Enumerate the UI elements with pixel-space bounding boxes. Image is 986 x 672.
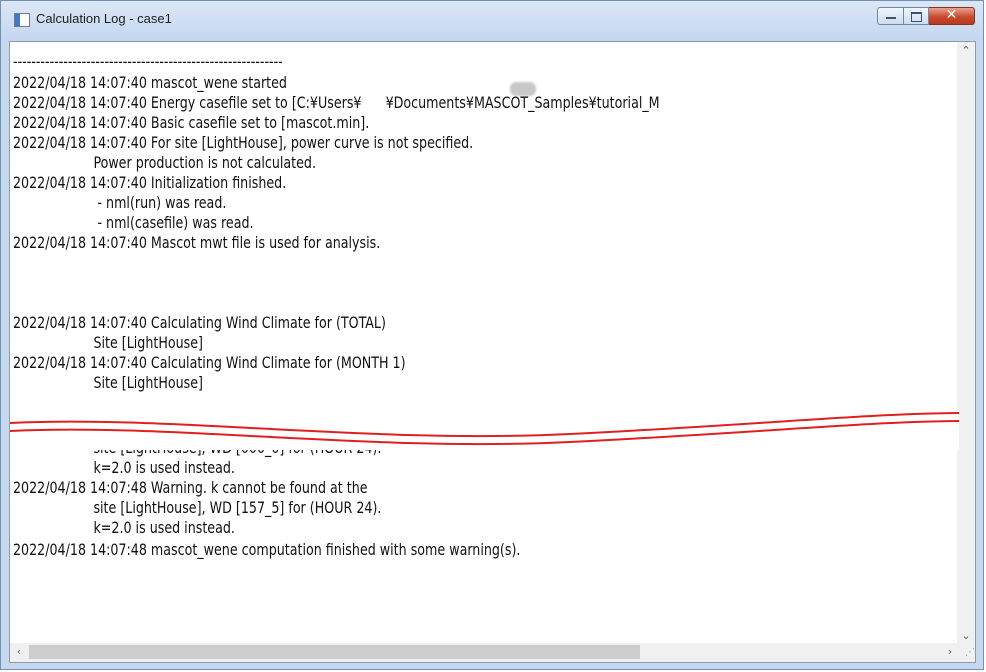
log-line: Site [LightHouse]	[13, 373, 203, 392]
size-grip-icon[interactable]: ⋰	[957, 643, 975, 662]
close-button[interactable]: ✕	[929, 7, 975, 25]
horizontal-scrollbar[interactable]: ‹ ›	[10, 643, 959, 662]
log-line: site [LightHouse], WD [157_5] for (HOUR …	[13, 498, 382, 517]
minimize-icon	[886, 17, 896, 19]
log-line: 2022/04/18 14:07:40 Basic casefile set t…	[13, 113, 370, 132]
log-line: Site [LightHouse]	[13, 333, 203, 352]
log-text-box[interactable]: ----------------------------------------…	[9, 41, 976, 663]
log-line: 2022/04/18 14:07:40 For site [LightHouse…	[13, 133, 474, 152]
log-line: - nml(casefile) was read.	[13, 213, 254, 232]
log-line: 2022/04/18 14:07:40 Energy casefile set …	[13, 93, 660, 112]
wavy-break-lines	[10, 412, 959, 446]
close-icon: ✕	[945, 7, 958, 23]
window-title: Calculation Log - case1	[36, 11, 172, 26]
scroll-left-arrow-icon[interactable]: ‹	[10, 643, 28, 661]
horizontal-scroll-thumb[interactable]	[29, 645, 640, 659]
log-text-area[interactable]: ----------------------------------------…	[10, 42, 959, 645]
vertical-scrollbar[interactable]: ⌃ ⌄	[957, 42, 975, 645]
log-line: Power production is not calculated.	[13, 153, 316, 172]
log-line: 2022/04/18 14:07:48 mascot_wene computat…	[13, 540, 521, 559]
log-line: 2022/04/18 14:07:40 Mascot mwt file is u…	[13, 233, 381, 252]
log-line: 2022/04/18 14:07:40 Calculating Wind Cli…	[13, 313, 386, 332]
log-line: - nml(run) was read.	[13, 193, 227, 212]
app-window-icon[interactable]	[14, 13, 30, 27]
log-line: 2022/04/18 14:07:40 Initialization finis…	[13, 173, 287, 192]
maximize-button[interactable]	[904, 7, 929, 25]
log-line: 2022/04/18 14:07:40 Calculating Wind Cli…	[13, 353, 406, 372]
calculation-log-window: Calculation Log - case1 ✕ --------------…	[0, 0, 984, 670]
log-line: k=2.0 is used instead.	[13, 518, 235, 537]
log-line: 2022/04/18 14:07:48 Warning. k cannot be…	[13, 478, 368, 497]
minimize-button[interactable]	[877, 7, 904, 25]
log-line: 2022/04/18 14:07:40 mascot_wene started	[13, 73, 287, 92]
maximize-icon	[911, 12, 922, 22]
log-line: ----------------------------------------…	[13, 52, 283, 71]
scroll-up-arrow-icon[interactable]: ⌃	[957, 42, 975, 60]
title-bar[interactable]: Calculation Log - case1 ✕	[1, 1, 983, 41]
omission-break-mark	[10, 410, 959, 450]
caption-buttons: ✕	[877, 7, 975, 25]
log-line: k=2.0 is used instead.	[13, 458, 235, 477]
